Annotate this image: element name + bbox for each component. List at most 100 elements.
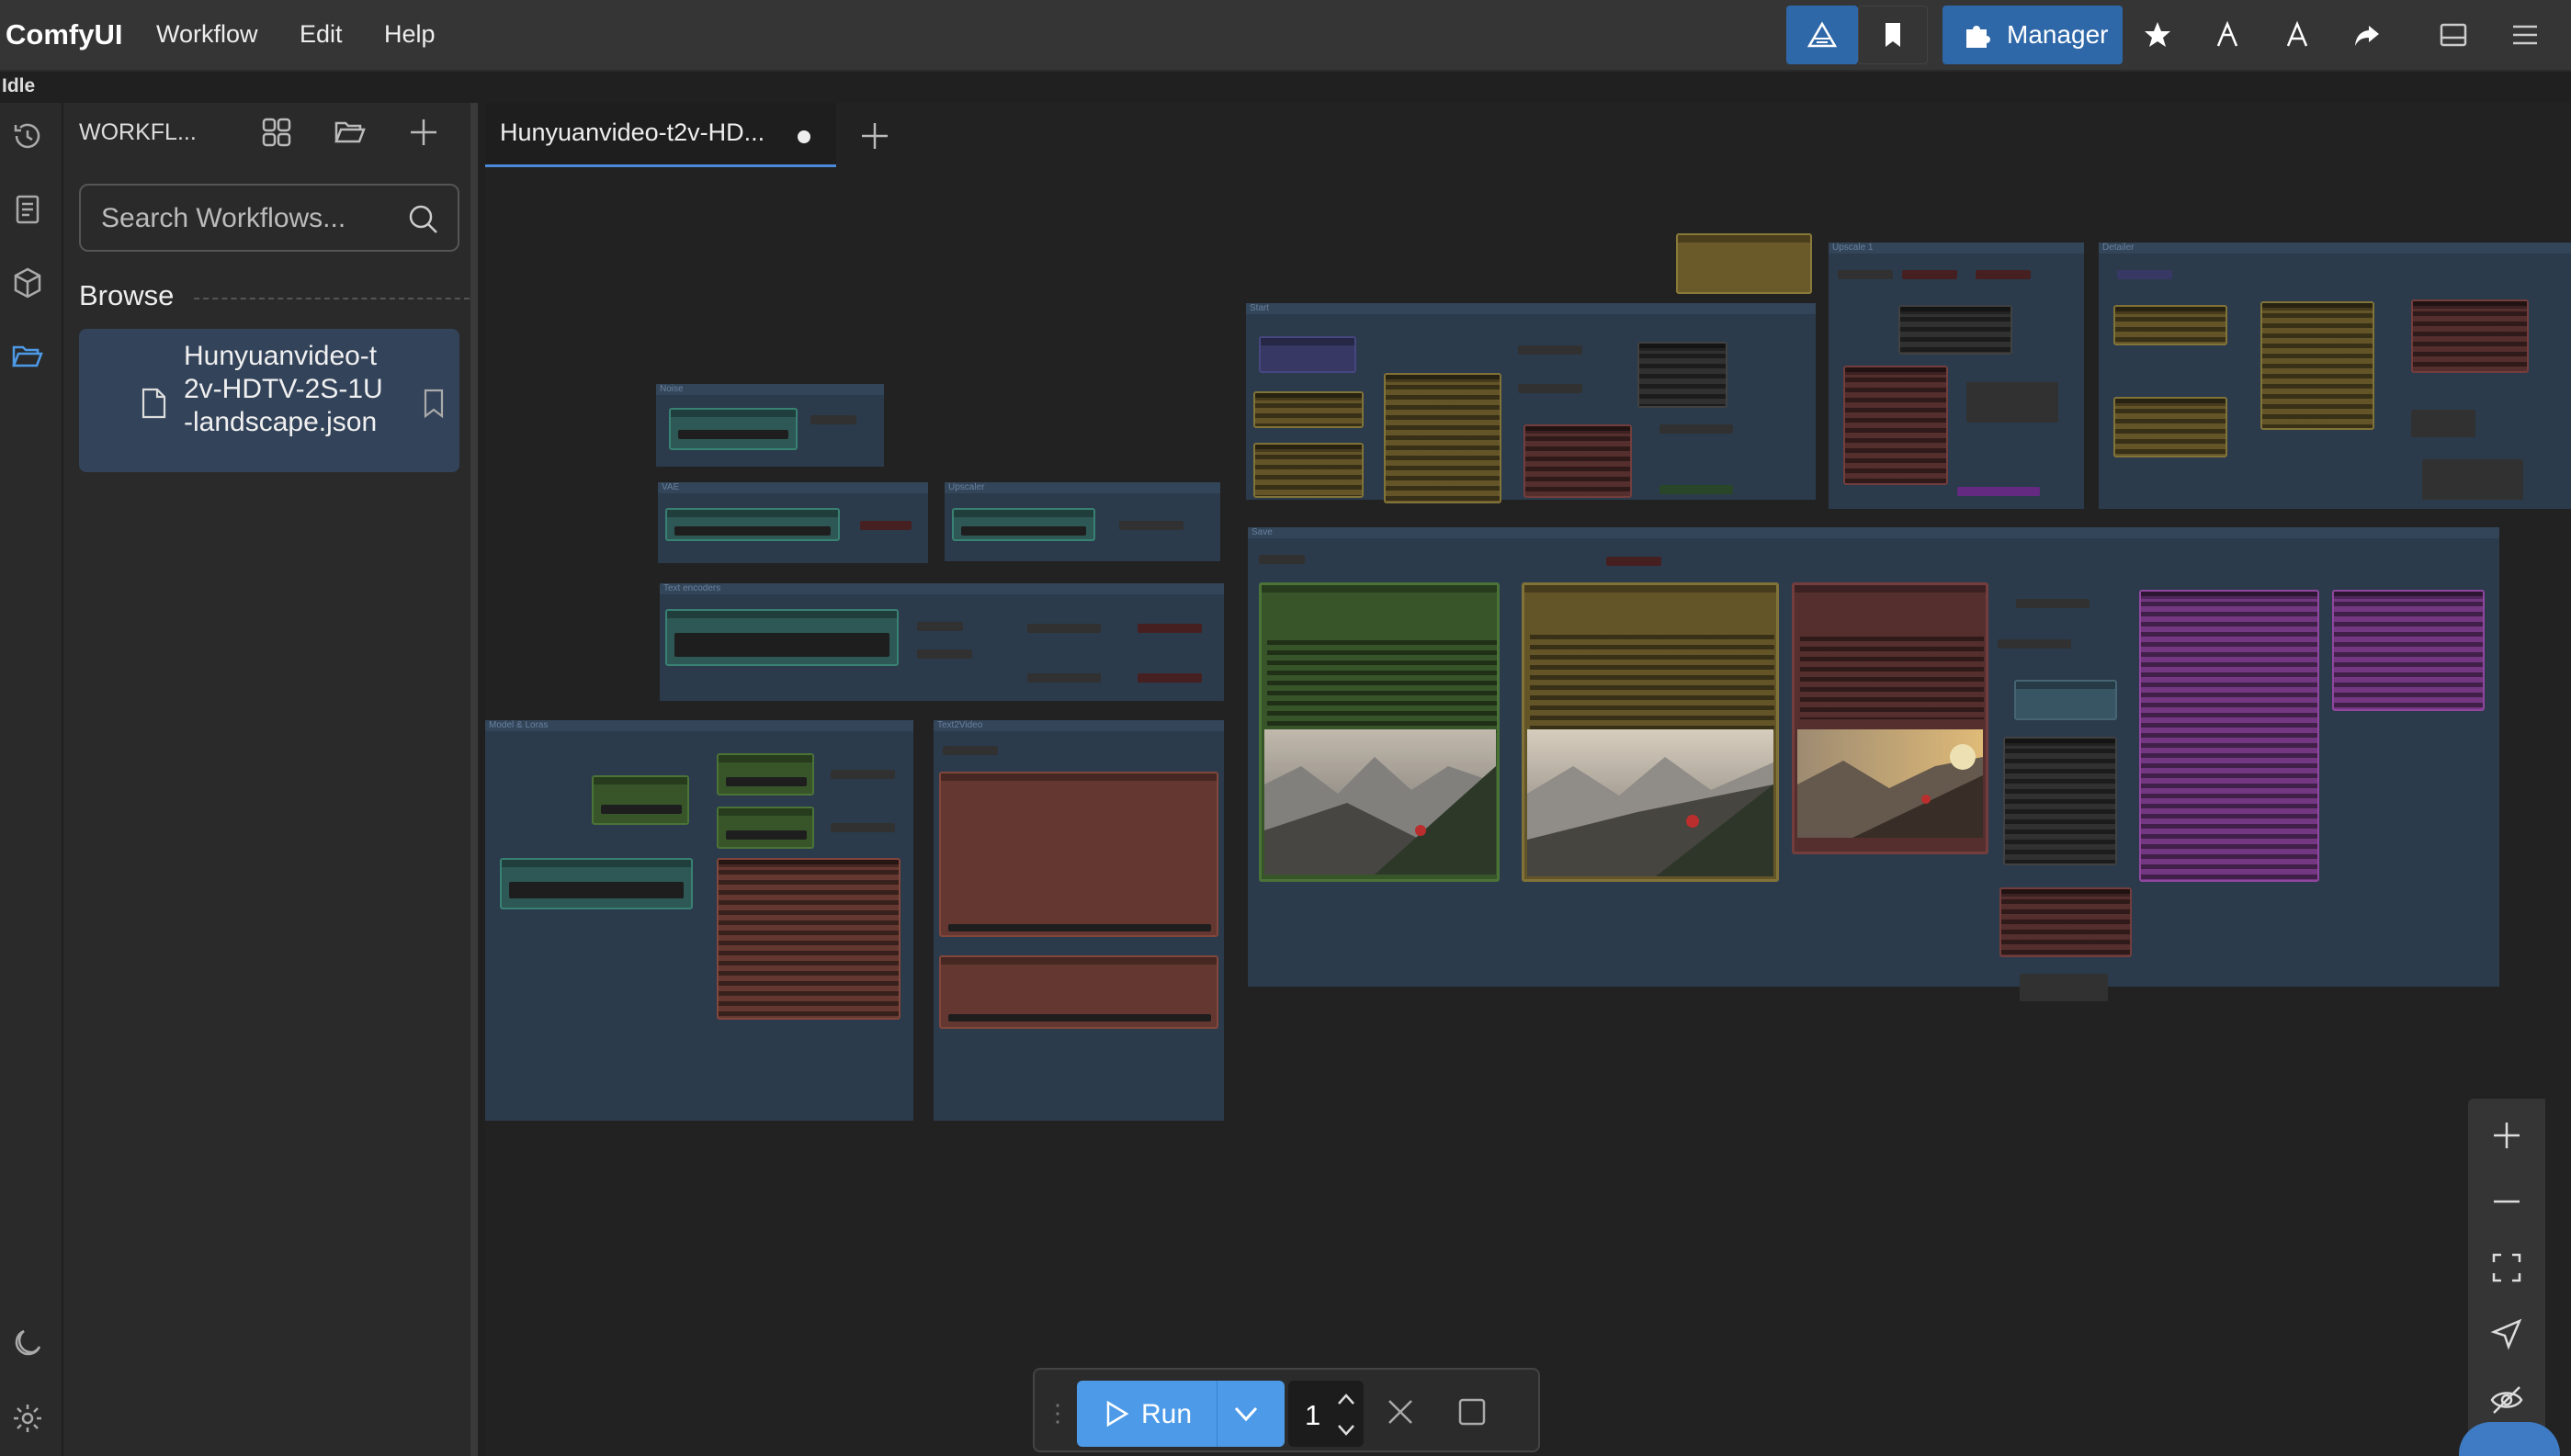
cancel-x-icon[interactable]: [1384, 1395, 1417, 1428]
run-label: Run: [1141, 1399, 1193, 1429]
node[interactable]: [2003, 737, 2117, 865]
group-title: Save: [1252, 527, 1273, 537]
model-download-button[interactable]: [2192, 6, 2262, 64]
model-library-icon[interactable]: [9, 265, 46, 301]
puzzle-icon: [1966, 26, 1990, 48]
fit-view-icon[interactable]: [2488, 1249, 2525, 1286]
run-toolbar: ⋮⋮ Run 1: [1033, 1368, 1540, 1452]
workflow-tab-label: Hunyuanvideo-t2v-HD...: [500, 119, 765, 146]
manager-button[interactable]: Manager: [1942, 6, 2123, 64]
node[interactable]: [669, 408, 798, 450]
queue-history-icon[interactable]: [9, 118, 46, 154]
theme-toggle-moon-icon[interactable]: [9, 1325, 46, 1361]
node[interactable]: [939, 772, 1218, 937]
node[interactable]: [665, 508, 840, 541]
group-start[interactable]: Start: [1246, 303, 1816, 503]
search-icon[interactable]: [406, 202, 441, 237]
play-icon: [1106, 1400, 1129, 1428]
mountain-logo-icon: [1806, 21, 1838, 48]
group-text-encoders[interactable]: Text encoders: [660, 583, 1224, 701]
node[interactable]: [1259, 336, 1356, 373]
batch-count-stepper[interactable]: 1: [1288, 1381, 1364, 1447]
group-title: Model & Loras: [489, 720, 549, 730]
node[interactable]: [2332, 590, 2485, 711]
toggle-panel-button[interactable]: [2418, 6, 2488, 64]
favorite-button[interactable]: [2123, 6, 2192, 64]
node[interactable]: [1523, 424, 1632, 498]
zoom-in-icon[interactable]: [2488, 1117, 2525, 1154]
node[interactable]: [717, 753, 814, 796]
workflow-file-name: Hunyuanvideo-t2v-HDTV-2S-1U-landscape.js…: [184, 341, 383, 437]
node[interactable]: [2139, 590, 2319, 882]
node[interactable]: [1898, 305, 2012, 355]
node[interactable]: [2113, 397, 2227, 457]
star-icon: [2145, 22, 2170, 47]
chevron-down-icon[interactable]: [1229, 1397, 1263, 1430]
browse-templates-icon[interactable]: [258, 114, 299, 154]
node[interactable]: [717, 807, 814, 849]
hide-links-eye-icon[interactable]: [2488, 1382, 2525, 1418]
node[interactable]: [1253, 443, 1364, 498]
workflow-file-item[interactable]: Hunyuanvideo-t2v-HDTV-2S-1U-landscape.js…: [79, 329, 459, 472]
group-detailer[interactable]: Detailer: [2099, 243, 2571, 509]
video-preview-image: [1797, 729, 1983, 838]
group-noise[interactable]: Noise: [656, 384, 884, 467]
minimap-toggle[interactable]: [2459, 1422, 2560, 1456]
hamburger-icon: [2513, 25, 2537, 45]
decrement-icon[interactable]: [1334, 1417, 1358, 1441]
sidebar-title: WORKFL...: [79, 119, 197, 145]
group-text2video[interactable]: Text2Video: [934, 720, 1224, 1121]
workflow-tab[interactable]: Hunyuanvideo-t2v-HD...: [485, 103, 836, 167]
group-title: Upscale 1: [1832, 243, 1874, 253]
open-folder-icon[interactable]: [332, 114, 372, 154]
batch-count-value[interactable]: 1: [1305, 1399, 1320, 1432]
node[interactable]: [665, 609, 899, 666]
zoom-out-icon[interactable]: [2488, 1183, 2525, 1220]
node[interactable]: [1253, 391, 1364, 428]
bookmark-outline-icon[interactable]: [421, 388, 447, 419]
group-title: Upscaler: [948, 482, 985, 492]
bookmark-icon: [1886, 23, 1900, 47]
model-upload-button[interactable]: [2262, 6, 2332, 64]
stop-square-icon[interactable]: [1455, 1395, 1489, 1428]
node[interactable]: [1843, 366, 1948, 485]
menu-workflow[interactable]: Workflow: [156, 20, 258, 49]
workflow-search-input[interactable]: [101, 200, 395, 237]
node[interactable]: [939, 955, 1218, 1029]
node[interactable]: [500, 858, 693, 909]
workflows-folder-icon[interactable]: [9, 338, 46, 375]
canvas-zoom-controls: [2468, 1099, 2545, 1456]
node[interactable]: [2411, 299, 2529, 373]
node[interactable]: [952, 508, 1095, 541]
node-library-icon[interactable]: [9, 191, 46, 228]
node[interactable]: [592, 775, 689, 825]
group-vae[interactable]: VAE: [658, 482, 928, 563]
node[interactable]: [1384, 373, 1501, 503]
node[interactable]: [2113, 305, 2227, 345]
node[interactable]: [1999, 887, 2132, 957]
menu-edit[interactable]: Edit: [300, 20, 343, 49]
node[interactable]: [717, 858, 900, 1020]
new-workflow-plus-icon[interactable]: [405, 114, 446, 154]
run-button[interactable]: Run: [1077, 1381, 1285, 1447]
group-title: Text encoders: [663, 583, 721, 593]
group-save[interactable]: Save: [1248, 527, 2499, 1001]
node[interactable]: [2014, 680, 2117, 720]
bookmark-button[interactable]: [1858, 6, 1928, 64]
node[interactable]: [1637, 342, 1727, 408]
settings-gear-icon[interactable]: [9, 1400, 46, 1437]
share-button[interactable]: [2332, 6, 2402, 64]
workflows-sidebar: WORKFL... Browse Hunyuanvideo-t2v-HDTV-2…: [63, 103, 478, 1456]
add-tab-plus-icon[interactable]: [856, 118, 893, 154]
comfy-registry-button[interactable]: [1786, 6, 1858, 64]
group-upscaler[interactable]: Upscaler: [945, 482, 1220, 561]
graph-canvas[interactable]: Hunyuanvideo-t2v-HD... Noise VAE Upscale…: [485, 103, 2571, 1456]
hamburger-menu-button[interactable]: [2490, 6, 2560, 64]
group-upscale-1[interactable]: Upscale 1: [1829, 243, 2084, 509]
menu-help[interactable]: Help: [384, 20, 436, 49]
select-pointer-icon[interactable]: [2488, 1315, 2525, 1352]
node[interactable]: [2260, 301, 2374, 430]
node[interactable]: [1676, 233, 1812, 294]
group-model-loras[interactable]: Model & Loras: [485, 720, 913, 1121]
increment-icon[interactable]: [1334, 1388, 1358, 1412]
